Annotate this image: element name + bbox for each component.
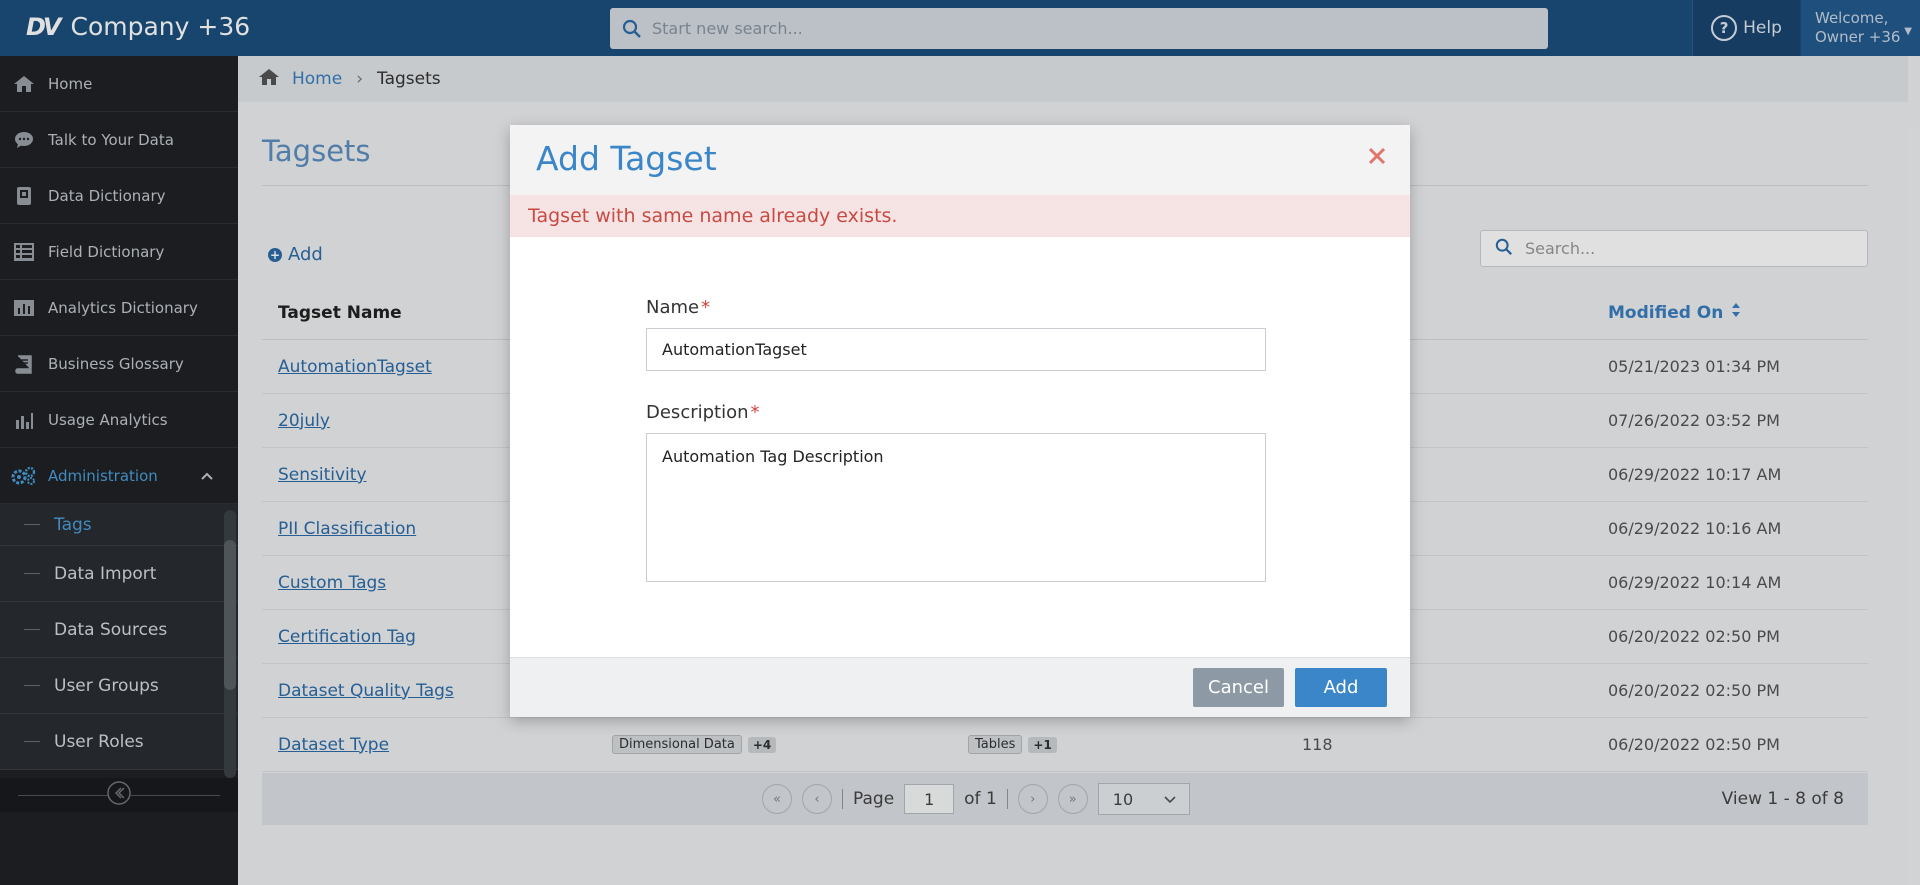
name-field[interactable]: AutomationTagset <box>646 328 1266 371</box>
dialog-header: Add Tagset <box>510 125 1410 195</box>
description-label: Description * <box>646 402 760 423</box>
description-label-text: Description <box>646 402 749 423</box>
add-button[interactable]: Add <box>1295 668 1387 707</box>
dialog-footer: Cancel Add <box>510 657 1410 717</box>
required-marker: * <box>750 402 760 423</box>
name-label: Name * <box>646 297 710 318</box>
dialog-title: Add Tagset <box>536 139 717 178</box>
required-marker: * <box>701 297 711 318</box>
name-label-text: Name <box>646 297 700 318</box>
close-icon[interactable] <box>1362 141 1392 171</box>
tagset-form: Name * AutomationTagset Description * Auto… <box>510 237 1410 657</box>
cancel-button[interactable]: Cancel <box>1193 668 1284 707</box>
error-alert: Tagset with same name already exists. <box>510 195 1410 237</box>
description-textarea[interactable]: Automation Tag Description <box>646 433 1266 582</box>
add-tagset-dialog: Add Tagset Tagset with same name already… <box>510 125 1410 717</box>
